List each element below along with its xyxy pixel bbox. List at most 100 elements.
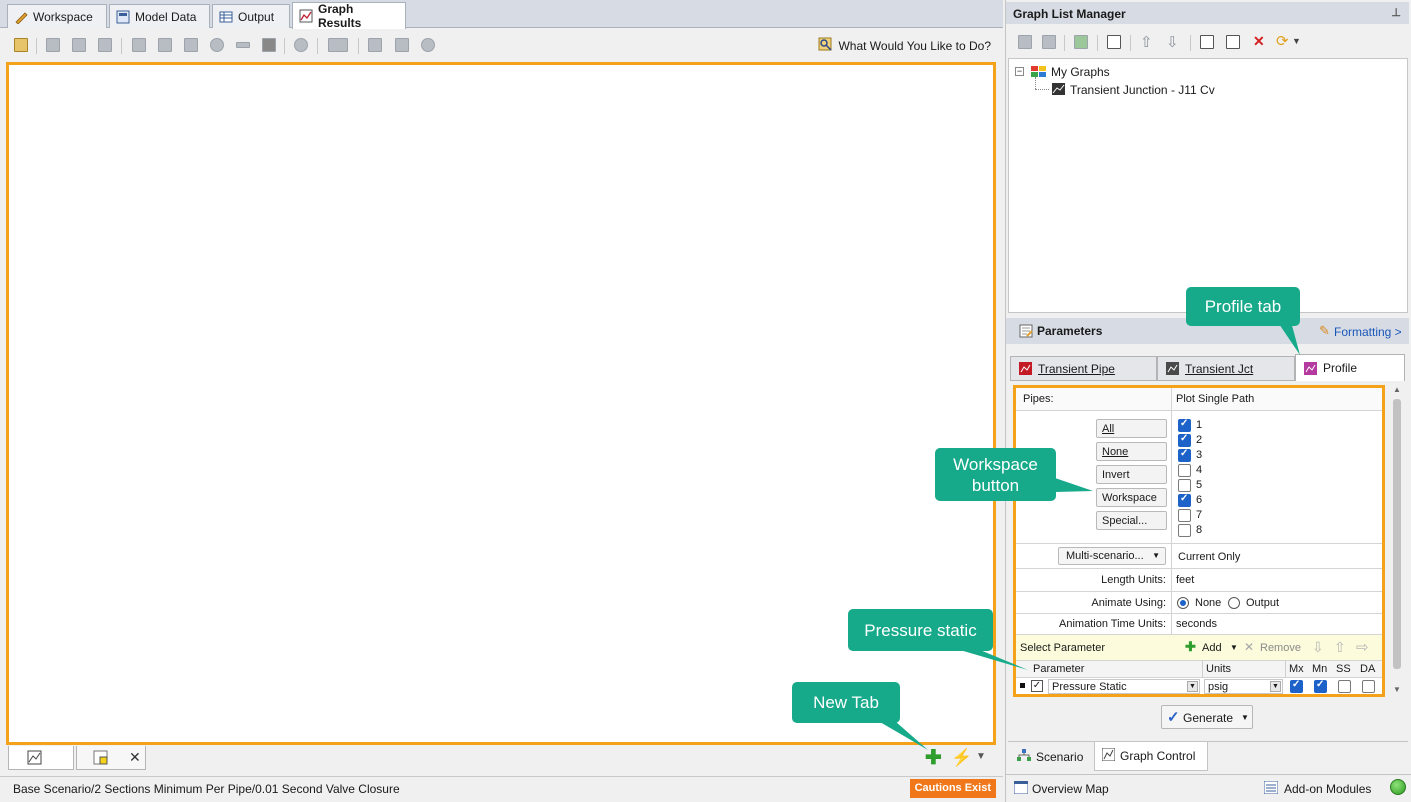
- tree-root-label[interactable]: My Graphs: [1051, 65, 1110, 79]
- toolbar-separator: [1130, 35, 1131, 51]
- line-icon[interactable]: [236, 42, 250, 48]
- toolbar-separator: [317, 38, 318, 54]
- delete-icon[interactable]: ✕: [1253, 33, 1265, 50]
- chevron-down-icon[interactable]: ▼: [1241, 713, 1249, 722]
- multi-scenario-dropdown[interactable]: Multi-scenario... ▼: [1058, 547, 1166, 565]
- pipe-checkbox[interactable]: [1178, 464, 1191, 477]
- move-right-icon[interactable]: ⇨: [1356, 638, 1369, 656]
- check-icon[interactable]: [184, 38, 198, 52]
- zoom-box-icon[interactable]: [132, 38, 146, 52]
- lightning-icon[interactable]: ⚡: [951, 748, 972, 768]
- collapse-icon[interactable]: −: [1015, 67, 1024, 76]
- pipe-checkbox[interactable]: [1178, 509, 1191, 522]
- all-button[interactable]: All: [1096, 419, 1167, 438]
- tab-workspace[interactable]: Workspace: [7, 4, 107, 28]
- pipe-checkbox[interactable]: [1178, 418, 1191, 432]
- scroll-down-icon[interactable]: ▼: [1393, 685, 1401, 694]
- none-button[interactable]: None: [1096, 442, 1167, 461]
- save-graph-icon[interactable]: [1107, 35, 1121, 49]
- profile-icon: [1304, 361, 1317, 375]
- print-icon[interactable]: [368, 38, 382, 52]
- invert-button[interactable]: Invert: [1096, 465, 1167, 484]
- tab-transient-jct[interactable]: Transient Jct: [1157, 356, 1295, 381]
- data-table-icon[interactable]: [98, 38, 112, 52]
- pipe-checkbox[interactable]: [1178, 433, 1191, 447]
- column-divider: [1171, 569, 1172, 592]
- move-down-icon[interactable]: ⇩: [1312, 639, 1324, 656]
- refresh-icon[interactable]: ⟳: [1276, 32, 1289, 50]
- tab-scenario[interactable]: Scenario: [1010, 742, 1092, 771]
- parameters-grid: Pipes: Plot Single Path All None Invert …: [1013, 385, 1385, 697]
- copy-icon[interactable]: [46, 38, 60, 52]
- help-search[interactable]: What Would You Like to Do?: [818, 37, 991, 55]
- scroll-up-icon[interactable]: ▲: [1393, 385, 1401, 394]
- paste-icon[interactable]: [72, 38, 86, 52]
- crosshair-icon[interactable]: [210, 38, 224, 52]
- copy-graph-icon[interactable]: [1226, 35, 1240, 49]
- length-units-value[interactable]: feet: [1176, 574, 1194, 586]
- pipe-checkbox[interactable]: [1178, 493, 1191, 507]
- pin-icon[interactable]: ⊥: [1391, 6, 1401, 19]
- pipe-checkbox[interactable]: [1178, 524, 1191, 537]
- row-enable-checkbox[interactable]: ✓: [1031, 680, 1043, 692]
- graph-tab-1[interactable]: [8, 746, 74, 770]
- animation-time-row: Animation Time Units: seconds: [1016, 614, 1382, 635]
- col-units: Units: [1206, 663, 1232, 675]
- remove-button[interactable]: Remove: [1260, 642, 1301, 654]
- duplicate-graph-icon[interactable]: [1042, 35, 1056, 49]
- da-checkbox[interactable]: [1362, 680, 1375, 693]
- animation-time-value[interactable]: seconds: [1176, 618, 1217, 630]
- tab-graph-control[interactable]: Graph Control: [1094, 742, 1208, 771]
- cautions-badge[interactable]: Cautions Exist: [909, 779, 996, 798]
- edit-graph-icon[interactable]: [14, 38, 28, 52]
- add-button[interactable]: Add: [1202, 642, 1222, 654]
- generate-button[interactable]: ✓ Generate ▼: [1161, 705, 1253, 729]
- pipe-checkbox[interactable]: [1178, 479, 1191, 492]
- multi-scenario-label: Multi-scenario...: [1066, 550, 1144, 562]
- export-icon[interactable]: [395, 38, 409, 52]
- stop-icon[interactable]: [262, 38, 276, 52]
- chevron-down-icon[interactable]: ▼: [1230, 643, 1238, 652]
- chevron-down-icon: ▼: [1270, 681, 1281, 692]
- formatting-link[interactable]: Formatting >: [1334, 325, 1402, 339]
- mx-checkbox[interactable]: [1290, 679, 1303, 693]
- animate-none-radio[interactable]: [1177, 597, 1189, 609]
- rename-icon[interactable]: [1200, 35, 1214, 49]
- tab-profile[interactable]: Profile: [1295, 354, 1405, 381]
- add-folder-icon[interactable]: [1074, 35, 1088, 49]
- move-up-icon[interactable]: ⇧: [1334, 639, 1346, 656]
- animation-icon[interactable]: [328, 38, 348, 52]
- tree-child-label[interactable]: Transient Junction - J11 Cv: [1070, 83, 1215, 97]
- pipe-checkbox[interactable]: [1178, 448, 1191, 462]
- close-tab-icon[interactable]: ✕: [129, 749, 141, 766]
- tab-graph-results[interactable]: Graph Results: [292, 2, 406, 30]
- new-tab-plus-icon[interactable]: ✚: [925, 748, 942, 768]
- parameters-scrollbar[interactable]: ▲ ▼: [1391, 385, 1403, 697]
- tab-output[interactable]: Output: [212, 4, 290, 28]
- legend-icon[interactable]: [158, 38, 172, 52]
- animate-output-radio[interactable]: [1228, 597, 1240, 609]
- units-select[interactable]: psig ▼: [1204, 679, 1283, 694]
- info-icon[interactable]: [421, 38, 435, 52]
- chevron-down-icon[interactable]: ▼: [976, 751, 986, 762]
- tab-model-data[interactable]: Model Data: [109, 4, 210, 28]
- workspace-button[interactable]: Workspace: [1096, 488, 1167, 507]
- status-bar: Base Scenario/2 Sections Minimum Per Pip…: [0, 776, 1003, 800]
- pipes-mode-value[interactable]: Plot Single Path: [1176, 393, 1254, 405]
- mn-checkbox[interactable]: [1314, 679, 1327, 693]
- ss-checkbox[interactable]: [1338, 680, 1351, 693]
- move-up-icon[interactable]: ⇧: [1140, 33, 1153, 51]
- parameter-select[interactable]: Pressure Static ▼: [1048, 679, 1200, 694]
- magnifier-icon[interactable]: [294, 38, 308, 52]
- tab-transient-pipe[interactable]: Transient Pipe: [1010, 356, 1157, 381]
- scrollbar-thumb[interactable]: [1393, 399, 1401, 669]
- addon-modules-icon: [1263, 780, 1279, 797]
- open-graph-icon[interactable]: [1018, 35, 1032, 49]
- graph-tab-2[interactable]: ✕: [76, 746, 146, 770]
- overview-map-label[interactable]: Overview Map: [1032, 782, 1109, 796]
- column-divider: [1285, 661, 1286, 678]
- move-down-icon[interactable]: ⇩: [1166, 33, 1179, 51]
- special-button[interactable]: Special...: [1096, 511, 1167, 530]
- chevron-down-icon[interactable]: ▼: [1292, 36, 1301, 46]
- addon-modules-label[interactable]: Add-on Modules: [1284, 782, 1371, 796]
